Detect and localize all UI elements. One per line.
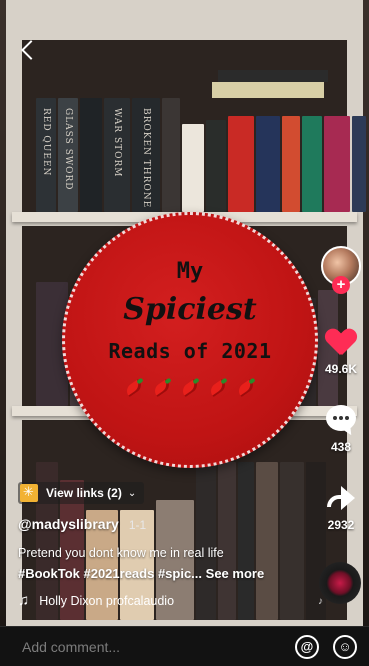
chevron-down-icon: ⌄ bbox=[127, 487, 137, 499]
back-button[interactable] bbox=[18, 40, 40, 62]
sound-row[interactable]: ♫ Holly Dixon profcalaudio bbox=[18, 592, 174, 609]
view-links-label: View links (2) bbox=[46, 486, 122, 500]
comment-button[interactable]: 438 bbox=[319, 402, 363, 454]
sound-name[interactable]: Holly Dixon profcalaudio bbox=[39, 594, 174, 608]
comment-bar: @ ☺ bbox=[0, 626, 369, 666]
sticker-line-2: Spiciest bbox=[123, 292, 257, 327]
pepper-row bbox=[123, 377, 257, 399]
chili-pepper-icon bbox=[207, 377, 229, 399]
chili-pepper-icon bbox=[151, 377, 173, 399]
chili-pepper-icon bbox=[179, 377, 201, 399]
chili-pepper-icon bbox=[123, 377, 145, 399]
share-arrow-icon bbox=[327, 486, 355, 510]
username-link[interactable]: @madyslibrary bbox=[18, 516, 119, 532]
page-indicator: 1-1 bbox=[128, 518, 147, 532]
share-button[interactable]: 2932 bbox=[319, 480, 363, 532]
book-spine-text: RED QUEEN bbox=[41, 108, 51, 177]
at-icon[interactable]: @ bbox=[295, 634, 319, 659]
comment-input[interactable] bbox=[20, 637, 281, 656]
floating-music-note-icon: ♪ bbox=[318, 596, 323, 607]
book-spine-text: GLASS SWORD bbox=[63, 108, 73, 191]
heart-icon bbox=[326, 329, 356, 357]
share-count: 2932 bbox=[327, 518, 355, 532]
book-spine-text: WAR STORM bbox=[112, 108, 122, 178]
hashtags[interactable]: #BookTok #2021reads #spic... bbox=[18, 566, 202, 581]
book-spine-text: BROKEN THRONE bbox=[141, 108, 151, 209]
creator-avatar[interactable]: + bbox=[319, 246, 363, 294]
video-description: Pretend you dont know me in real life bbox=[18, 546, 224, 560]
emoji-icon[interactable]: ☺ bbox=[333, 634, 357, 659]
link-sparkle-icon bbox=[20, 484, 38, 502]
sound-disc[interactable] bbox=[319, 562, 361, 604]
sticker-line-1: My bbox=[176, 259, 204, 284]
chili-pepper-icon bbox=[235, 377, 257, 399]
sticker-line-3: Reads of 2021 bbox=[108, 339, 272, 363]
see-more-link[interactable]: See more bbox=[206, 566, 265, 581]
like-count: 49.6K bbox=[324, 362, 358, 376]
comment-bubble-icon bbox=[326, 405, 356, 431]
hashtags-row: #BookTok #2021reads #spic... See more bbox=[18, 566, 264, 581]
spicy-reads-sticker: My Spiciest Reads of 2021 bbox=[62, 212, 318, 468]
comment-count: 438 bbox=[330, 440, 352, 454]
like-button[interactable]: 49.6K bbox=[319, 324, 363, 376]
music-note-icon: ♫ bbox=[18, 592, 30, 609]
follow-plus-button[interactable]: + bbox=[332, 276, 350, 294]
view-links-button[interactable]: View links (2) ⌄ bbox=[18, 482, 145, 504]
